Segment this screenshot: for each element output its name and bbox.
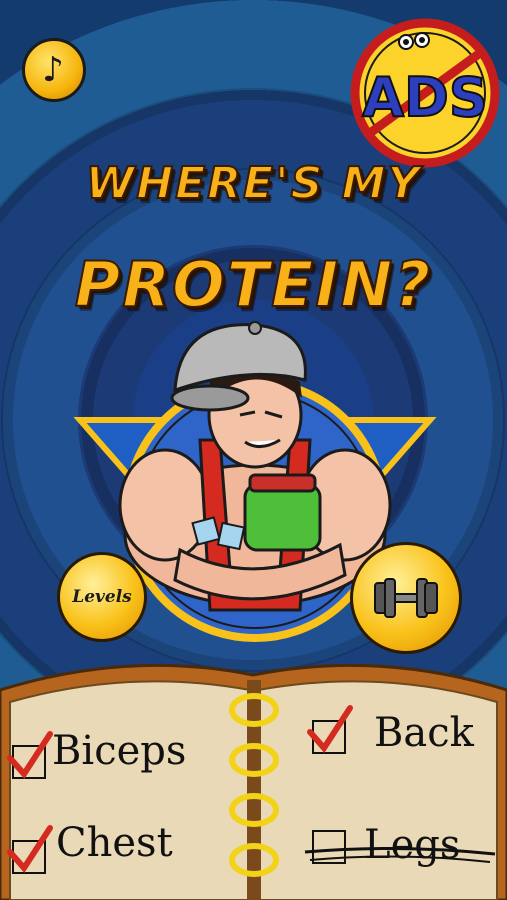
title-line-1: WHERE'S MY xyxy=(85,157,422,210)
logo-text: ADS xyxy=(362,66,488,129)
strikethrough-mark xyxy=(304,846,496,863)
workout-back-label[interactable]: Back xyxy=(374,710,474,756)
levels-button[interactable]: Levels xyxy=(57,552,147,642)
workout-chest-label[interactable]: Chest xyxy=(56,820,173,866)
music-note-icon: ♪ xyxy=(42,50,64,90)
workout-biceps-label[interactable]: Biceps xyxy=(52,728,186,774)
workout-notebook: Biceps Back Chest Legs xyxy=(0,650,507,900)
protein-jar xyxy=(243,483,322,552)
game-screen: ♪ ADS WHERE'S MY PROTEIN? Levels Biceps … xyxy=(0,0,507,900)
workout-button[interactable] xyxy=(350,542,462,654)
music-toggle-button[interactable]: ♪ xyxy=(22,38,86,102)
title-line-2: PROTEIN? xyxy=(74,247,433,322)
check-icon xyxy=(7,731,53,779)
check-icon xyxy=(307,705,353,753)
ads-logo-icon[interactable]: ADS xyxy=(350,18,500,168)
check-icon xyxy=(7,825,53,873)
levels-label: Levels xyxy=(72,587,132,607)
dumbbell-icon xyxy=(374,578,438,618)
